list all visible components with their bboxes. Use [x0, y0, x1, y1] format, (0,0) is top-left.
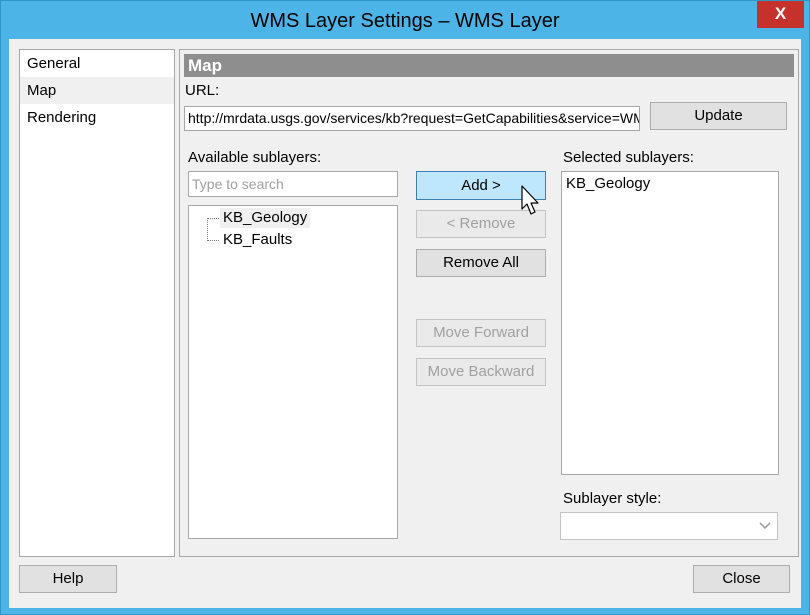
section-header: Map [184, 54, 794, 77]
selected-item-kb-geology[interactable]: KB_Geology [566, 174, 650, 194]
sublayer-search-input[interactable]: Type to search [188, 171, 398, 197]
url-input[interactable]: http://mrdata.usgs.gov/services/kb?reque… [184, 106, 640, 131]
selected-sublayers-list[interactable]: KB_Geology [561, 171, 779, 475]
chevron-down-icon[interactable] [759, 522, 771, 530]
settings-nav-list: General Map Rendering [19, 49, 175, 557]
dialog-window: WMS Layer Settings – WMS Layer X General… [0, 0, 810, 615]
tree-item-kb-geology[interactable]: KB_Geology [220, 208, 311, 228]
move-forward-button[interactable]: Move Forward [416, 319, 546, 347]
title-bar[interactable]: WMS Layer Settings – WMS Layer X [1, 1, 809, 39]
nav-item-map[interactable]: Map [20, 77, 174, 104]
tree-connector-line [207, 218, 208, 241]
dialog-client-area: General Map Rendering Map URL: http://mr… [9, 39, 801, 608]
selected-sublayers-label: Selected sublayers: [563, 149, 694, 166]
sublayer-style-label: Sublayer style: [563, 490, 662, 507]
tree-item-kb-faults[interactable]: KB_Faults [220, 230, 295, 250]
url-label: URL: [185, 82, 220, 99]
close-icon[interactable]: X [757, 1, 804, 28]
update-button[interactable]: Update [650, 102, 787, 130]
close-button[interactable]: Close [693, 565, 790, 593]
sublayer-style-select[interactable] [560, 512, 778, 540]
available-sublayers-label: Available sublayers: [188, 149, 322, 166]
tree-connector-line [207, 218, 219, 219]
window-title: WMS Layer Settings – WMS Layer [250, 10, 560, 32]
nav-item-general[interactable]: General [20, 50, 174, 77]
map-settings-panel: Map URL: http://mrdata.usgs.gov/services… [179, 49, 799, 557]
nav-item-rendering[interactable]: Rendering [20, 104, 174, 131]
help-button[interactable]: Help [19, 565, 117, 593]
mouse-pointer-icon [521, 185, 539, 215]
move-backward-button[interactable]: Move Backward [416, 358, 546, 386]
remove-all-button[interactable]: Remove All [416, 249, 546, 277]
available-sublayers-tree[interactable]: KB_Geology KB_Faults [188, 205, 398, 539]
tree-connector-line [207, 240, 219, 241]
